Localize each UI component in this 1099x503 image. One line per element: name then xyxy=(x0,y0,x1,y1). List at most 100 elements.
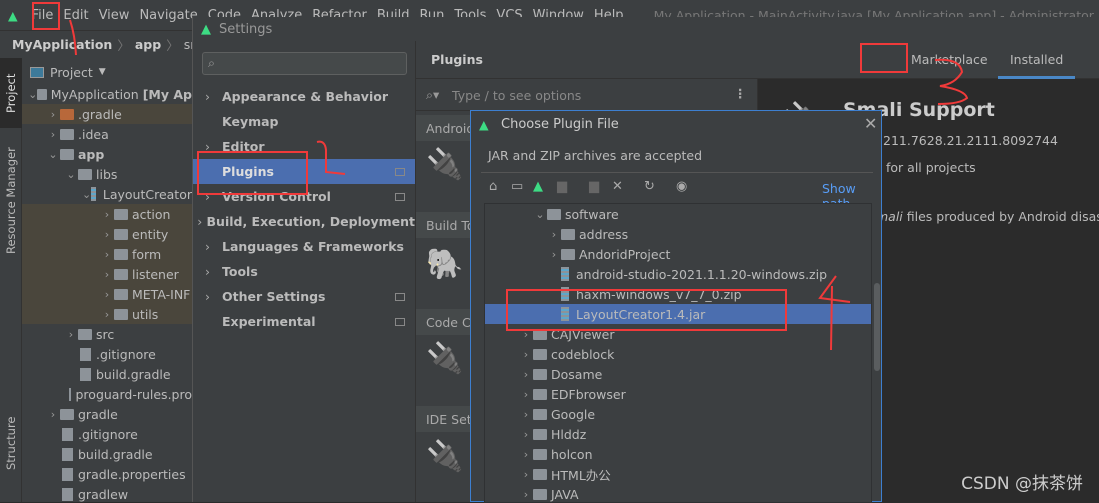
settings-item-tools[interactable]: › Tools xyxy=(193,259,415,284)
tree-row[interactable]: gradlew xyxy=(22,484,192,502)
plugin-search-input[interactable]: Type / to see options xyxy=(452,88,581,103)
tree-row[interactable]: build.gradle xyxy=(22,364,192,384)
tree-row[interactable]: .gitignore xyxy=(22,344,192,364)
menu-item-navigate[interactable]: Navigate xyxy=(139,8,197,23)
tab-marketplace[interactable]: Marketplace xyxy=(911,52,988,67)
refresh-icon[interactable]: ↻ xyxy=(644,179,655,194)
breadcrumb-item[interactable]: src xyxy=(184,37,192,52)
menu-item-view[interactable]: View xyxy=(99,8,130,23)
chevron-right-icon[interactable]: › xyxy=(46,408,60,421)
file-tree-row[interactable]: › JAVA xyxy=(485,484,871,502)
settings-search-input[interactable]: ⌕ xyxy=(202,52,407,75)
file-tree-row[interactable]: › Google xyxy=(485,404,871,424)
more-options-icon[interactable]: ⋮ xyxy=(734,86,747,101)
chevron-right-icon[interactable]: › xyxy=(519,368,533,381)
chevron-right-icon[interactable]: › xyxy=(100,248,114,261)
settings-item-build-execution-deployment[interactable]: › Build, Execution, Deployment xyxy=(193,209,415,234)
new-folder-icon[interactable]: ▆ xyxy=(589,179,599,194)
tree-row[interactable]: ⌄ libs xyxy=(22,164,192,184)
chevron-right-icon[interactable]: › xyxy=(46,128,60,141)
chevron-right-icon[interactable]: › xyxy=(547,248,561,261)
chevron-right-icon[interactable]: › xyxy=(64,328,78,341)
chevron-right-icon[interactable]: › xyxy=(519,428,533,441)
plugin-icon[interactable]: 🔌 xyxy=(426,147,463,187)
chevron-down-icon[interactable]: ⌄ xyxy=(46,148,60,161)
home-icon[interactable]: ⌂ xyxy=(489,179,497,194)
tree-row[interactable]: › entity xyxy=(22,224,192,244)
project-view-selector[interactable]: Project ▼ xyxy=(30,62,106,82)
tree-row[interactable]: ⌄ LayoutCreator xyxy=(22,184,192,204)
project-tab[interactable]: Project xyxy=(0,58,22,128)
tree-row[interactable]: › META-INF xyxy=(22,284,192,304)
chevron-right-icon[interactable]: › xyxy=(100,208,114,221)
settings-item-keymap[interactable]: Keymap xyxy=(193,109,415,134)
hidden-files-icon[interactable]: ◉ xyxy=(676,179,687,194)
chevron-right-icon: › xyxy=(205,239,210,254)
file-tree-row[interactable]: › HTML办公 xyxy=(485,464,871,484)
file-tree-row[interactable]: › address xyxy=(485,224,871,244)
chevron-down-icon[interactable]: ⌄ xyxy=(82,188,91,201)
chevron-right-icon[interactable]: › xyxy=(547,228,561,241)
android-project-icon[interactable]: ▲ xyxy=(533,179,543,194)
chevron-right-icon[interactable]: › xyxy=(519,408,533,421)
project-panel: Project ▼ ⌄ MyApplication [My Ap › .gradle ›.… xyxy=(22,58,192,502)
chevron-down-icon[interactable]: ⌄ xyxy=(64,168,78,181)
chevron-right-icon[interactable]: › xyxy=(100,228,114,241)
tab-installed[interactable]: Installed xyxy=(998,41,1076,79)
tree-row[interactable]: gradle.properties xyxy=(22,464,192,484)
chevron-right-icon[interactable]: › xyxy=(100,268,114,281)
chevron-right-icon[interactable]: › xyxy=(46,108,60,121)
tree-row[interactable]: build.gradle xyxy=(22,444,192,464)
file-tree-label: android-studio-2021.1.1.20-windows.zip xyxy=(576,266,828,282)
close-icon[interactable]: ✕ xyxy=(864,114,877,133)
tree-row-label: form xyxy=(132,246,162,262)
file-tree-row[interactable]: › AndoridProject xyxy=(485,244,871,264)
file-tree-row[interactable]: › EDFbrowser xyxy=(485,384,871,404)
file-tree-row[interactable]: › codeblock xyxy=(485,344,871,364)
scrollbar[interactable] xyxy=(874,283,880,371)
chevron-right-icon[interactable]: › xyxy=(519,348,533,361)
settings-item-other-settings[interactable]: › Other Settings xyxy=(193,284,415,309)
tree-row[interactable]: › src xyxy=(22,324,192,344)
tree-row[interactable]: › listener xyxy=(22,264,192,284)
tree-row[interactable]: proguard-rules.pro xyxy=(22,384,192,404)
breadcrumb-item[interactable]: MyApplication xyxy=(12,37,112,52)
tree-row-label: gradle.properties xyxy=(78,466,186,482)
module-icon[interactable]: ▆ xyxy=(557,179,567,194)
tree-row[interactable]: › form xyxy=(22,244,192,264)
chevron-right-icon[interactable]: › xyxy=(100,308,114,321)
settings-item-experimental[interactable]: Experimental xyxy=(193,309,415,334)
chevron-right-icon[interactable]: › xyxy=(519,468,533,481)
chevron-right-icon[interactable]: › xyxy=(519,388,533,401)
menu-item-edit[interactable]: Edit xyxy=(63,8,88,23)
file-tree-row[interactable]: › holcon xyxy=(485,444,871,464)
settings-item-languages-frameworks[interactable]: › Languages & Frameworks xyxy=(193,234,415,259)
chevron-down-icon[interactable]: ⌄ xyxy=(28,88,37,101)
tree-row[interactable]: ⌄ MyApplication [My Ap xyxy=(22,84,192,104)
tree-row[interactable]: ⌄ app xyxy=(22,144,192,164)
plugin-icon[interactable]: 🔌 xyxy=(426,341,463,381)
resource-manager-tab[interactable]: Resource Manager xyxy=(0,138,22,263)
structure-tab[interactable]: Structure xyxy=(0,413,22,473)
annotation-box-plugins xyxy=(197,151,308,195)
tree-row[interactable]: › gradle xyxy=(22,404,192,424)
chevron-down-icon[interactable]: ⌄ xyxy=(533,208,547,221)
file-tree-row[interactable]: › Hlddz xyxy=(485,424,871,444)
tree-row[interactable]: › utils xyxy=(22,304,192,324)
tree-row[interactable]: › .gradle xyxy=(22,104,192,124)
tree-row[interactable]: › .idea xyxy=(22,124,192,144)
chevron-right-icon[interactable]: › xyxy=(519,448,533,461)
plugin-icon[interactable]: 🔌 xyxy=(426,439,463,479)
settings-item-appearance-behavior[interactable]: › Appearance & Behavior xyxy=(193,84,415,109)
file-tree-row[interactable]: android-studio-2021.1.1.20-windows.zip xyxy=(485,264,871,284)
chevron-right-icon[interactable]: › xyxy=(519,488,533,501)
gradle-elephant-icon[interactable]: 🐘 xyxy=(426,247,463,287)
chevron-right-icon[interactable]: › xyxy=(100,288,114,301)
tree-row[interactable]: .gitignore xyxy=(22,424,192,444)
desktop-icon[interactable]: ▭ xyxy=(511,179,523,194)
tree-row[interactable]: › action xyxy=(22,204,192,224)
file-tree-row[interactable]: › Dosame xyxy=(485,364,871,384)
delete-icon[interactable]: ✕ xyxy=(612,179,623,194)
breadcrumb-item[interactable]: app xyxy=(135,37,161,52)
file-tree-row[interactable]: ⌄ software xyxy=(485,204,871,224)
